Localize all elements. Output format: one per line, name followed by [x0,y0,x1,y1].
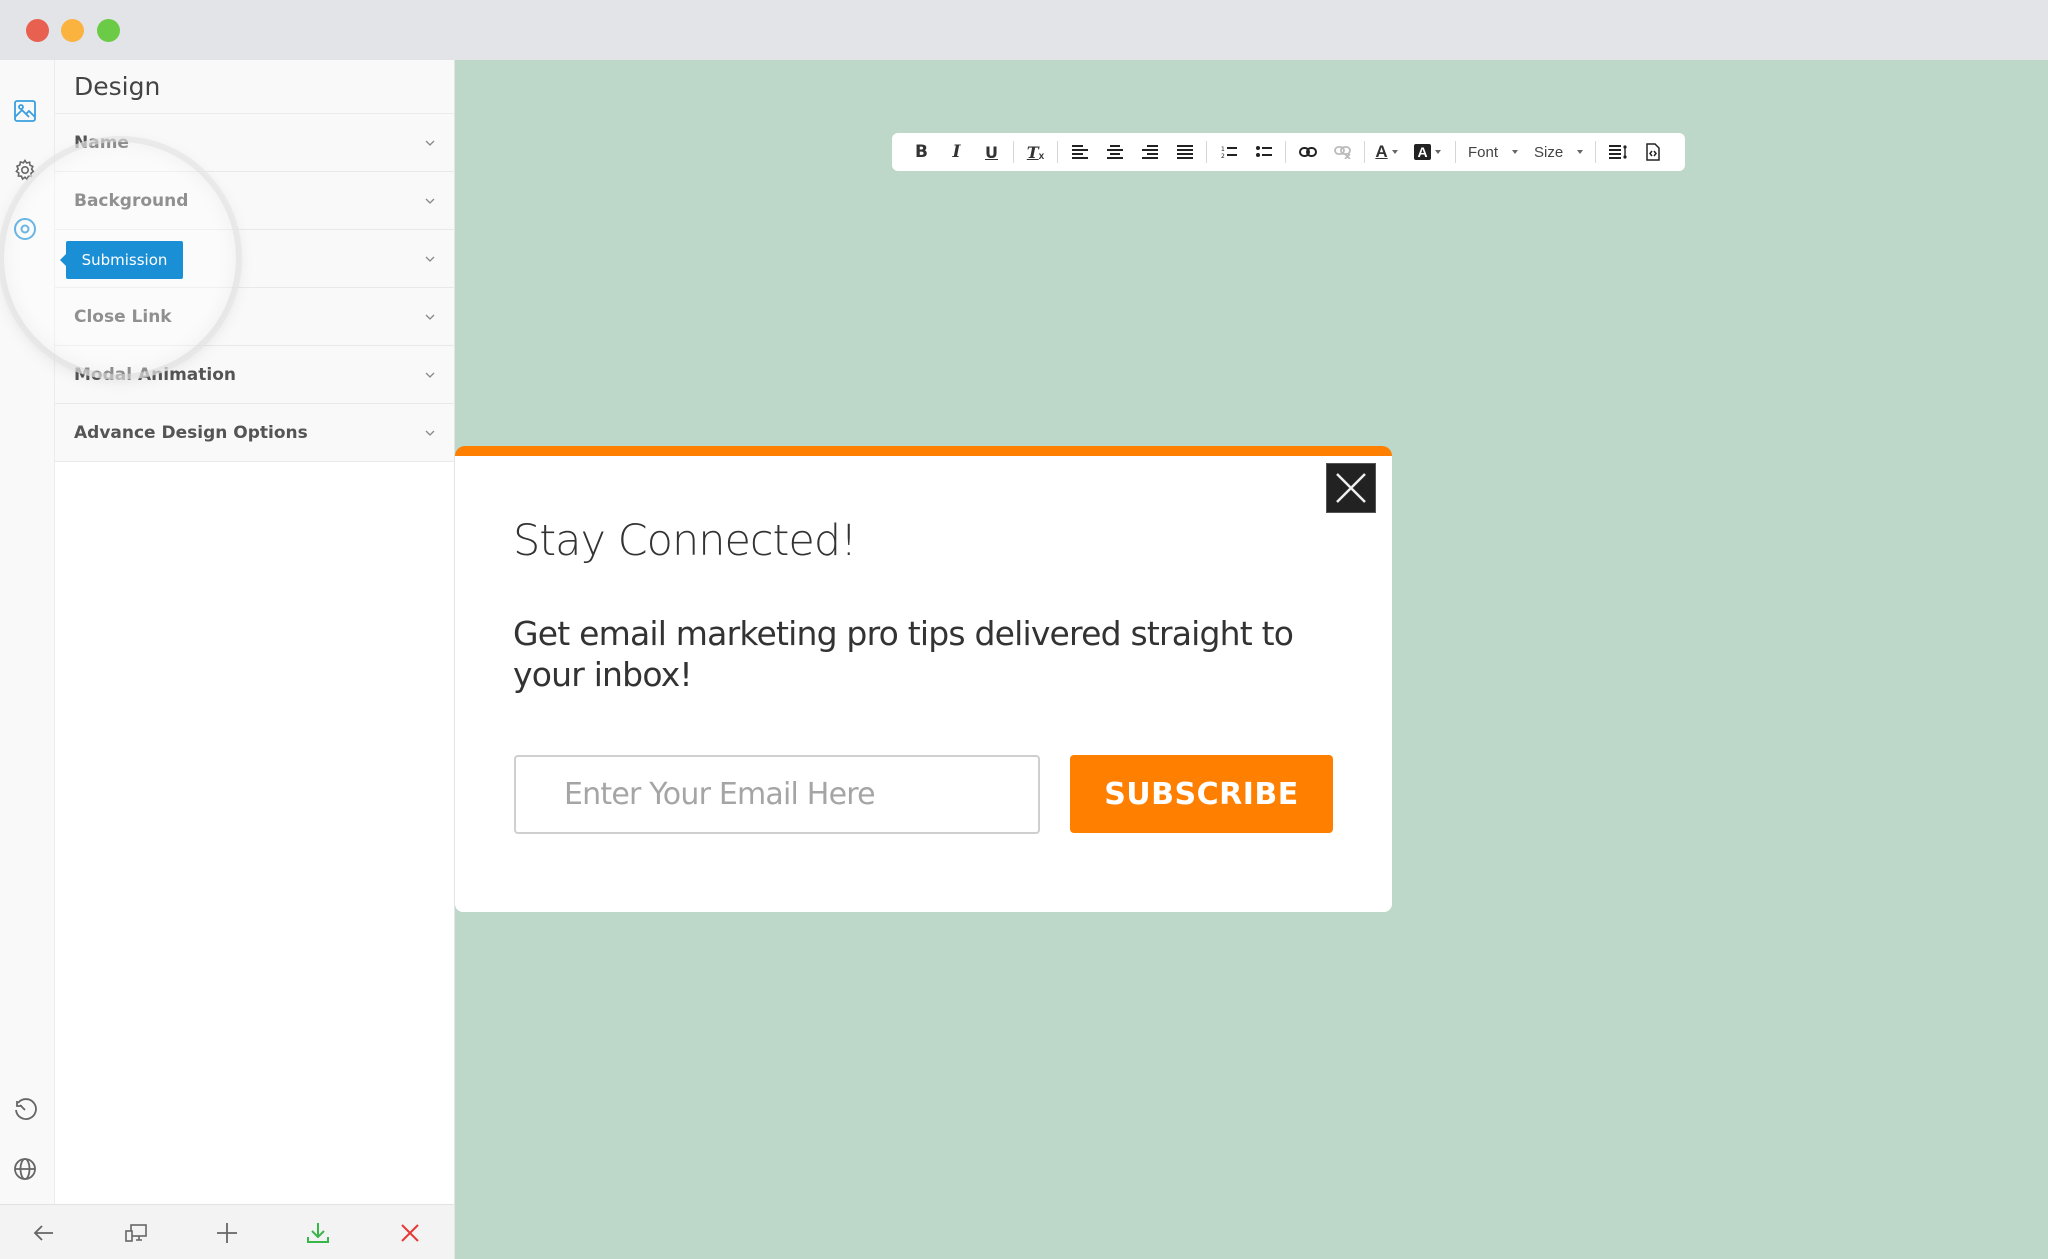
toolbar-divider [1013,141,1014,163]
design-panel: Design Name Background Submission Close … [55,60,455,1205]
chevron-down-icon [425,314,435,320]
popup-modal: Stay Connected! Get email marketing pro … [455,446,1392,912]
window-minimize-button[interactable] [61,19,84,42]
section-label: Name [74,132,129,153]
submission-tooltip: Submission [60,241,183,279]
italic-button[interactable]: I [939,133,974,171]
align-center-button[interactable] [1097,133,1132,171]
toolbar-divider [1364,141,1365,163]
section-close-link[interactable]: Close Link [55,288,454,346]
align-justify-button[interactable] [1167,133,1202,171]
globe-icon[interactable] [12,1156,38,1182]
chevron-down-icon [425,256,435,262]
chevron-down-icon [425,430,435,436]
link-button[interactable] [1290,133,1325,171]
underline-button[interactable]: U [974,133,1009,171]
font-dropdown[interactable]: Font [1460,144,1526,161]
text-format-toolbar: B I U Tx 12 A A Font Size [892,133,1685,171]
align-left-button[interactable] [1062,133,1097,171]
svg-text:1: 1 [1221,146,1225,153]
window-close-button[interactable] [26,19,49,42]
window-maximize-button[interactable] [97,19,120,42]
size-dropdown[interactable]: Size [1526,144,1591,161]
chevron-down-icon [425,140,435,146]
line-height-button[interactable] [1600,133,1635,171]
bold-button[interactable]: B [904,133,939,171]
section-name[interactable]: Name [55,114,454,172]
target-icon[interactable] [12,216,38,242]
unlink-button[interactable] [1325,133,1360,171]
text-color-button[interactable]: A [1369,133,1404,171]
background-color-button[interactable]: A [1410,133,1445,171]
caret-down-icon [1512,150,1519,154]
clear-formatting-button[interactable]: Tx [1018,133,1053,171]
section-modal-animation[interactable]: Modal Animation [55,346,454,404]
back-arrow-icon[interactable] [31,1220,57,1246]
ordered-list-button[interactable]: 12 [1211,133,1246,171]
chevron-down-icon [425,198,435,204]
image-icon[interactable] [12,98,38,124]
section-label: Close Link [74,306,172,327]
align-right-button[interactable] [1132,133,1167,171]
close-icon [1336,473,1366,503]
toolbar-divider [1057,141,1058,163]
toolbar-divider [1206,141,1207,163]
font-dropdown-label: Font [1468,143,1499,161]
toolbar-divider [1595,141,1597,163]
bottom-action-bar [0,1204,455,1259]
modal-description[interactable]: Get email marketing pro tips delivered s… [513,613,1333,695]
icon-rail [0,60,55,1205]
section-advance-design-options[interactable]: Advance Design Options [55,404,454,462]
source-code-button[interactable] [1635,133,1670,171]
download-icon[interactable] [305,1220,331,1246]
modal-close-button[interactable] [1326,463,1376,513]
size-dropdown-label: Size [1534,143,1564,161]
section-label: Modal Animation [74,364,236,385]
caret-down-icon [1577,150,1584,154]
email-input[interactable] [514,755,1040,834]
unordered-list-button[interactable] [1246,133,1281,171]
chevron-down-icon [425,372,435,378]
responsive-devices-icon[interactable] [123,1220,149,1246]
history-icon[interactable] [12,1097,38,1123]
plus-icon[interactable] [214,1220,240,1246]
close-icon[interactable] [397,1220,423,1246]
toolbar-divider [1285,141,1286,163]
section-label: Background [74,190,189,211]
panel-title: Design [55,60,454,114]
svg-text:2: 2 [1221,153,1225,159]
window-titlebar [0,0,2048,60]
section-background[interactable]: Background [55,172,454,230]
subscribe-button[interactable]: SUBSCRIBE [1070,755,1333,833]
gear-icon[interactable] [12,157,38,183]
toolbar-divider [1455,141,1456,163]
modal-title[interactable]: Stay Connected! [513,516,857,566]
section-label: Advance Design Options [74,422,308,443]
